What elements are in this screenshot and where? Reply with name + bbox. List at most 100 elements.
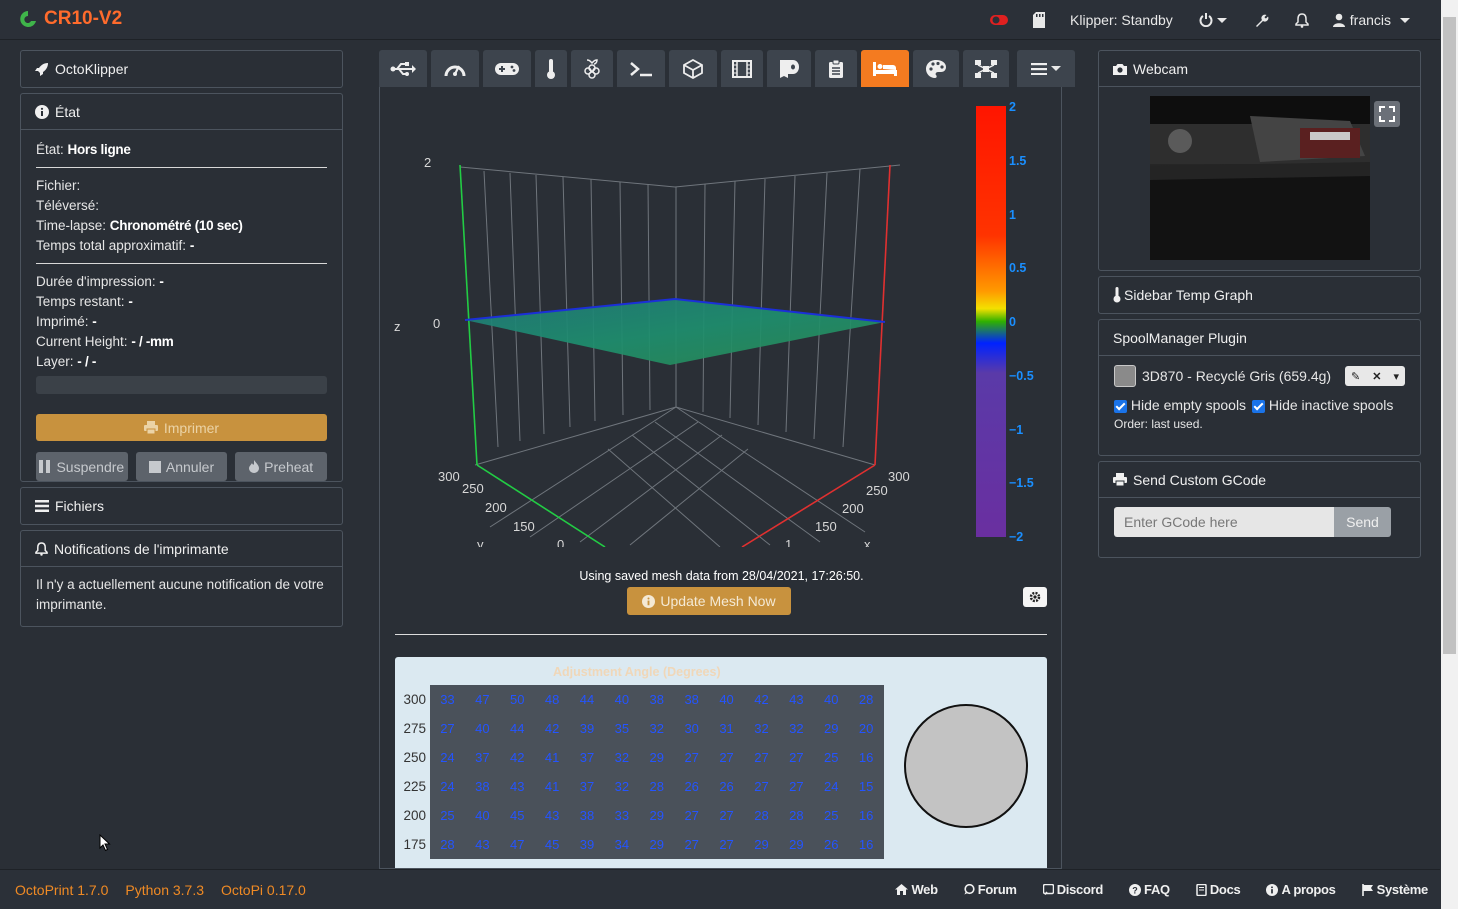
mesh-cell: 27 xyxy=(789,750,804,765)
tab-log[interactable] xyxy=(815,50,857,87)
user-icon xyxy=(1332,13,1345,27)
notifications-header[interactable]: Notifications de l'imprimante xyxy=(21,531,342,567)
gcode-input[interactable]: Enter GCode here xyxy=(1114,507,1334,537)
usb-icon xyxy=(390,61,416,76)
fullscreen-button[interactable] xyxy=(1374,101,1400,127)
approx-time-row: Temps total approximatif: - xyxy=(36,238,195,253)
mesh-cell: 29 xyxy=(649,837,665,852)
film-icon xyxy=(732,59,752,78)
spool-header[interactable]: SpoolManager Plugin xyxy=(1099,320,1420,356)
files-header[interactable]: Fichiers xyxy=(21,488,342,524)
tab-bed-mesh[interactable] xyxy=(861,50,909,87)
connection-toggle-icon[interactable] xyxy=(990,11,1009,29)
x-axis-label: x xyxy=(864,537,871,547)
mesh-cell: 37 xyxy=(579,779,595,794)
mesh-cell: 30 xyxy=(684,721,699,736)
tab-gcode-viewer[interactable] xyxy=(669,50,717,87)
info-icon xyxy=(1266,883,1279,896)
footer-link-system[interactable]: Système xyxy=(1361,882,1428,897)
close-icon[interactable]: ✕ xyxy=(1372,370,1381,383)
mesh-cell: 28 xyxy=(440,837,455,852)
footer-link-web[interactable]: Web xyxy=(895,882,938,897)
footer-link-docs[interactable]: Docs xyxy=(1196,882,1241,897)
files-panel: Fichiers xyxy=(20,487,343,525)
mesh-note: Using saved mesh data from 28/04/2021, 1… xyxy=(579,569,864,583)
edit-icon[interactable]: ✎ xyxy=(1351,370,1360,383)
tab-control[interactable] xyxy=(483,50,531,87)
svg-text:?: ? xyxy=(1132,885,1137,895)
tab-palette[interactable] xyxy=(913,50,959,87)
mesh-row: 300 33 47 50 48 44 40 38 38 40 42 43 40 28 xyxy=(395,685,884,714)
footer-link-about[interactable]: A propos xyxy=(1266,882,1336,897)
page-scrollbar[interactable] xyxy=(1441,0,1458,909)
tab-dashboard[interactable] xyxy=(431,50,479,87)
brand[interactable]: CR10-V2 xyxy=(18,8,122,30)
hide-empty-label: Hide empty spools xyxy=(1130,397,1247,413)
mesh-row-y-label: 175 xyxy=(403,837,426,852)
x-tick-1: 1 xyxy=(785,537,792,547)
x-tick-200: 200 xyxy=(842,501,864,516)
update-mesh-button[interactable]: Update Mesh Now xyxy=(627,587,791,615)
mesh-cell: 24 xyxy=(440,750,455,765)
remaining-row: Temps restant: - xyxy=(36,294,133,309)
webcam-stream[interactable] xyxy=(1150,96,1370,260)
hide-inactive-checkbox[interactable] xyxy=(1251,399,1265,413)
state-header[interactable]: État xyxy=(21,94,342,130)
power-menu-icon[interactable] xyxy=(1195,11,1231,29)
uploaded-label: Téléversé: xyxy=(36,198,100,213)
preheat-button[interactable]: Preheat xyxy=(235,452,328,481)
mesh-angle-panel: Adjustment Angle (Degrees) 300 33 47 50 48 44… xyxy=(395,657,1047,868)
pause-button[interactable]: Suspendre xyxy=(36,452,128,481)
menu-icon xyxy=(1031,62,1047,75)
wrench-icon[interactable] xyxy=(1253,11,1271,29)
tab-more[interactable] xyxy=(1017,50,1075,87)
tab-temperature[interactable] xyxy=(535,50,567,87)
tab-timelapse[interactable] xyxy=(721,50,763,87)
tab-connection[interactable] xyxy=(379,50,427,87)
mesh-cell: 43 xyxy=(475,837,490,852)
gcode-header[interactable]: Send Custom GCode xyxy=(1099,462,1420,498)
cancel-button[interactable]: Annuler xyxy=(135,452,228,481)
discord-icon xyxy=(1042,884,1054,895)
tab-raspberry[interactable] xyxy=(571,50,613,87)
mesh-cell: 39 xyxy=(579,721,595,736)
webcam-header[interactable]: Webcam xyxy=(1099,51,1420,87)
tab-terminal[interactable] xyxy=(617,50,665,87)
chevron-down-icon[interactable]: ▾ xyxy=(1393,370,1399,383)
tab-plugin[interactable] xyxy=(963,50,1009,87)
octoklipper-header[interactable]: OctoKlipper xyxy=(21,51,342,87)
mesh-cell: 41 xyxy=(544,779,560,794)
spool-name[interactable]: 3D870 - Recyclé Gris (659.4g) xyxy=(1142,368,1331,384)
user-menu[interactable]: francis xyxy=(1332,12,1410,28)
hide-empty-checkbox[interactable] xyxy=(1114,399,1127,413)
scrollbar-thumb[interactable] xyxy=(1443,17,1456,654)
mesh-row-y-label: 225 xyxy=(403,779,426,794)
gauge-icon xyxy=(444,65,466,76)
mesh-cell: 34 xyxy=(614,837,630,852)
footer-link-discord[interactable]: Discord xyxy=(1042,882,1103,897)
mesh-settings-button[interactable] xyxy=(1023,587,1047,607)
temp-graph-header[interactable]: Sidebar Temp Graph xyxy=(1099,277,1420,313)
mesh-surface xyxy=(465,299,885,365)
bell-icon[interactable] xyxy=(1293,11,1311,29)
footer-link-forum[interactable]: Forum xyxy=(964,882,1017,897)
mesh-cell: 41 xyxy=(544,750,560,765)
rocket-icon xyxy=(35,63,48,76)
state-panel: État État: Hors ligne Fichier: Téléversé… xyxy=(20,93,343,482)
mesh-cell: 16 xyxy=(858,750,874,765)
octoprint-version[interactable]: OctoPrint 1.7.0 xyxy=(15,882,108,898)
mesh-cell: 27 xyxy=(789,779,804,794)
mesh-cell: 26 xyxy=(684,779,699,794)
comment-icon xyxy=(964,884,975,895)
sd-card-icon[interactable] xyxy=(1030,11,1048,29)
home-icon xyxy=(895,884,909,895)
send-button[interactable]: Send xyxy=(1334,507,1391,537)
mesh-cell: 40 xyxy=(475,808,490,823)
mesh-3d-plot[interactable]: 2 0 z 300 250 200 150 0 y 300 250 200 15… xyxy=(380,87,1062,547)
footer-link-faq[interactable]: ? FAQ xyxy=(1129,882,1170,897)
mesh-cell: 25 xyxy=(440,808,455,823)
tab-filament[interactable] xyxy=(767,50,811,87)
print-button[interactable]: Imprimer xyxy=(36,414,327,441)
mesh-cell: 25 xyxy=(824,750,839,765)
klipper-status[interactable]: Klipper: Standby xyxy=(1070,12,1173,28)
